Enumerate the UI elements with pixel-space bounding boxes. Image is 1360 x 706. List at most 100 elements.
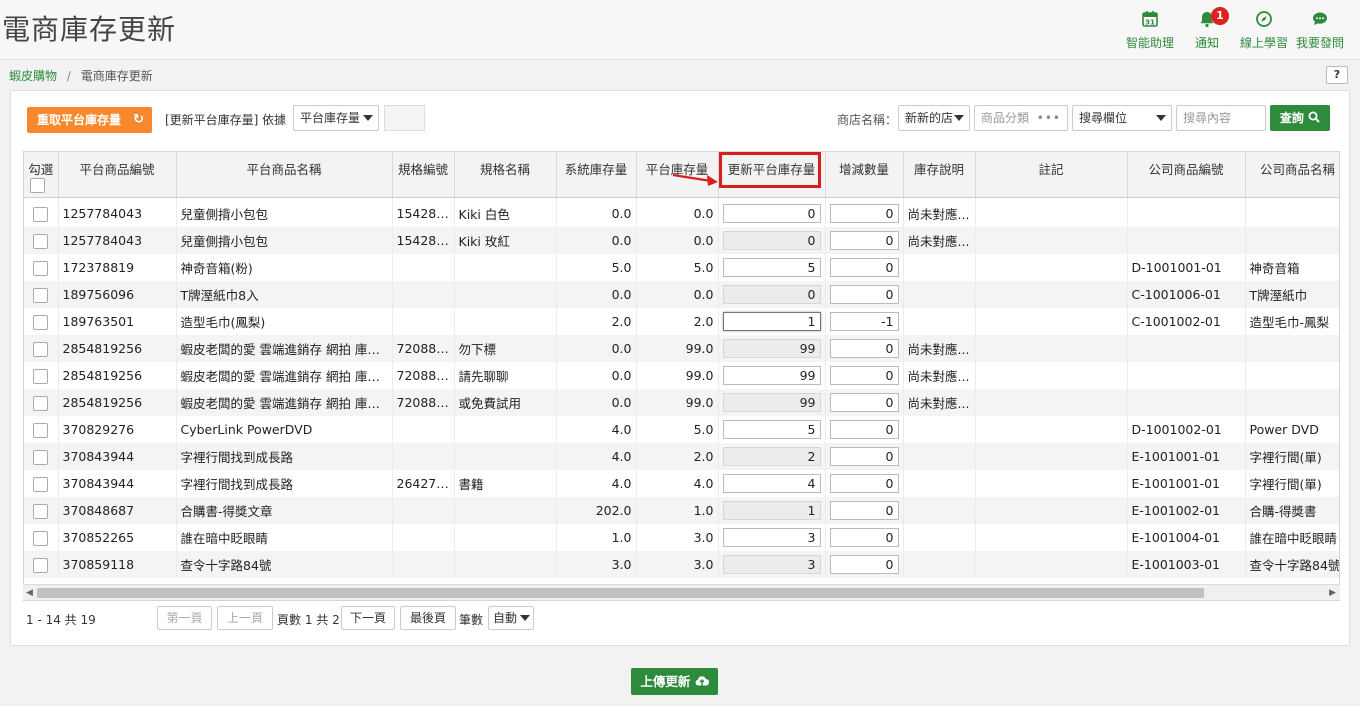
ask-question-button[interactable]: 我要發問: [1290, 10, 1350, 51]
remark-cell[interactable]: [975, 497, 1128, 524]
table-row[interactable]: 2854819256 蝦皮老闆的愛 雲端進銷存 網拍 庫存... 720884...…: [24, 335, 1339, 362]
row-checkbox[interactable]: [33, 449, 49, 465]
col-header-company-product-no[interactable]: 公司商品編號: [1127, 152, 1246, 198]
row-checkbox[interactable]: [33, 422, 49, 438]
next-page-button[interactable]: 下一頁: [341, 606, 395, 630]
online-learning-button[interactable]: 線上學習: [1234, 10, 1294, 51]
row-checkbox[interactable]: [33, 395, 49, 411]
row-checkbox[interactable]: [33, 503, 49, 519]
last-page-button[interactable]: 最後頁: [400, 606, 456, 630]
delta-input[interactable]: 0: [829, 339, 899, 358]
remark-cell[interactable]: [975, 335, 1128, 362]
remark-cell[interactable]: [975, 308, 1128, 335]
row-checkbox[interactable]: [33, 368, 49, 384]
store-select[interactable]: 新新的店: [898, 105, 970, 131]
delta-input[interactable]: 0: [829, 204, 899, 224]
update-stock-input[interactable]: 99: [722, 393, 821, 412]
remark-cell[interactable]: [975, 416, 1128, 443]
search-input[interactable]: 搜尋內容: [1176, 105, 1266, 131]
scroll-right-icon[interactable]: ▶: [1329, 588, 1336, 598]
col-header-stock-note[interactable]: 庫存說明: [903, 152, 976, 198]
table-row[interactable]: 189756096 T牌溼紙巾8入 0.0 0.0 0 0 C-1001006-01 T牌溼紙…: [24, 281, 1339, 308]
page-size-select[interactable]: 自動: [488, 606, 534, 630]
remark-cell[interactable]: [975, 470, 1128, 497]
smart-assistant-button[interactable]: 31 智能助理: [1120, 10, 1180, 51]
breadcrumb-shopee-link[interactable]: 蝦皮購物: [9, 69, 57, 83]
remark-cell[interactable]: [975, 443, 1128, 470]
delta-input[interactable]: 0: [829, 474, 899, 493]
table-row[interactable]: 2854819256 蝦皮老闆的愛 雲端進銷存 網拍 庫存... 720884...…: [24, 389, 1339, 416]
first-page-button[interactable]: 第一頁: [157, 606, 212, 630]
update-stock-input[interactable]: 3: [722, 555, 821, 574]
update-stock-input[interactable]: 4: [722, 474, 821, 493]
col-header-company-product-name[interactable]: 公司商品名稱: [1245, 152, 1339, 198]
row-checkbox[interactable]: [33, 287, 49, 303]
refetch-platform-stock-button[interactable]: 重取平台庫存量 ↻: [27, 107, 152, 133]
row-checkbox[interactable]: [33, 314, 49, 330]
remark-cell[interactable]: [975, 227, 1128, 254]
delta-input[interactable]: 0: [829, 420, 899, 439]
remark-cell[interactable]: [975, 551, 1128, 578]
row-checkbox[interactable]: [33, 233, 49, 249]
remark-cell[interactable]: [975, 524, 1128, 551]
query-button[interactable]: 查詢: [1270, 105, 1330, 131]
horizontal-scrollbar[interactable]: ◀ ▶: [23, 584, 1340, 600]
table-row[interactable]: 370859118 查令十字路84號 3.0 3.0 3 0 E-1001003-01 查令十…: [24, 551, 1339, 578]
update-stock-input[interactable]: 0: [722, 204, 821, 224]
delta-input[interactable]: 0: [829, 555, 899, 574]
update-stock-input[interactable]: 99: [722, 366, 821, 385]
col-header-spec-name[interactable]: 規格名稱: [454, 152, 557, 198]
row-checkbox[interactable]: [33, 476, 49, 492]
delta-input[interactable]: 0: [829, 285, 899, 304]
select-all-checkbox[interactable]: [30, 178, 45, 193]
search-field-select[interactable]: 搜尋欄位: [1072, 105, 1172, 131]
remark-cell[interactable]: [975, 254, 1128, 281]
table-row[interactable]: 370848687 合購書-得獎文章 202.0 1.0 1 0 E-1001002-01 合…: [24, 497, 1339, 524]
col-header-delta[interactable]: 增減數量: [825, 152, 904, 198]
delta-input[interactable]: 0: [829, 258, 899, 277]
table-row[interactable]: 189763501 造型毛巾(鳳梨) 2.0 2.0 1 -1 C-1001002-01 造型…: [24, 308, 1339, 335]
update-stock-input[interactable]: 2: [722, 447, 821, 466]
remark-cell[interactable]: [975, 389, 1128, 416]
notification-button[interactable]: 1 通知: [1177, 7, 1237, 51]
delta-input[interactable]: 0: [829, 528, 899, 547]
update-stock-input[interactable]: 5: [722, 420, 821, 439]
table-row[interactable]: 2854819256 蝦皮老闆的愛 雲端進銷存 網拍 庫存... 720884...…: [24, 362, 1339, 389]
row-checkbox[interactable]: [33, 206, 49, 222]
col-header-system-stock[interactable]: 系統庫存量: [556, 152, 637, 198]
category-picker[interactable]: 商品分類 •••: [974, 105, 1068, 131]
table-row[interactable]: 1257784043 兒童側揹小包包 154289... Kiki 玫紅 0.0 0.0 0…: [24, 227, 1339, 254]
scroll-left-icon[interactable]: ◀: [26, 588, 33, 598]
table-row[interactable]: 370829276 CyberLink PowerDVD 4.0 5.0 5 0 D-100…: [24, 416, 1339, 443]
row-checkbox[interactable]: [33, 341, 49, 357]
basis-select[interactable]: 平台庫存量: [293, 105, 379, 131]
col-header-spec-no[interactable]: 規格編號: [392, 152, 455, 198]
remark-cell[interactable]: [975, 197, 1128, 227]
col-header-remark[interactable]: 註記: [975, 152, 1128, 198]
col-header-platform-product-name[interactable]: 平台商品名稱: [176, 152, 393, 198]
delta-input[interactable]: 0: [829, 366, 899, 385]
delta-input[interactable]: 0: [829, 501, 899, 520]
prev-page-button[interactable]: 上一頁: [217, 606, 273, 630]
delta-input[interactable]: -1: [829, 312, 899, 331]
basis-extra-field[interactable]: [384, 105, 425, 131]
update-stock-input[interactable]: 0: [722, 231, 821, 250]
row-checkbox[interactable]: [33, 260, 49, 276]
table-row[interactable]: 370843944 字裡行間找到成長路 264276... 書籍 4.0 4.0 4 0 E-1…: [24, 470, 1339, 497]
update-stock-input[interactable]: 1: [722, 501, 821, 520]
col-header-platform-product-no[interactable]: 平台商品編號: [58, 152, 177, 198]
update-stock-input[interactable]: 1: [722, 312, 821, 331]
table-row[interactable]: 370852265 誰在暗中眨眼睛 1.0 3.0 3 0 E-1001004-01 誰在暗中…: [24, 524, 1339, 551]
table-row[interactable]: 172378819 神奇音箱(粉) 5.0 5.0 5 0 D-1001001-01 神奇音箱: [24, 254, 1339, 281]
update-stock-input[interactable]: 5: [722, 258, 821, 277]
delta-input[interactable]: 0: [829, 393, 899, 412]
update-stock-input[interactable]: 3: [722, 528, 821, 547]
upload-update-button[interactable]: 上傳更新: [631, 668, 718, 695]
table-row[interactable]: 1257784043 兒童側揹小包包 154289... Kiki 白色 0.0 0.0 0…: [24, 197, 1339, 227]
table-row[interactable]: 370843944 字裡行間找到成長路 4.0 2.0 2 0 E-1001001-01 字裡…: [24, 443, 1339, 470]
update-stock-input[interactable]: 0: [722, 285, 821, 304]
delta-input[interactable]: 0: [829, 447, 899, 466]
update-stock-input[interactable]: 99: [722, 339, 821, 358]
remark-cell[interactable]: [975, 281, 1128, 308]
scrollbar-thumb[interactable]: [37, 588, 1204, 598]
